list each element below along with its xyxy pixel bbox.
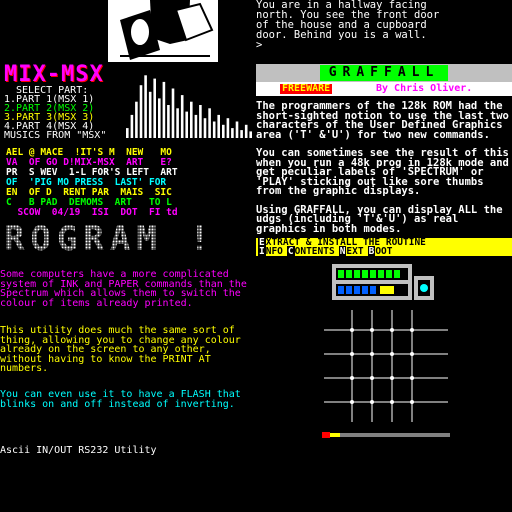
grid-nodes xyxy=(350,328,414,404)
grid-game-panel xyxy=(256,256,512,512)
ink-footer: Ascii IN/OUT RS232 Utility xyxy=(0,445,157,456)
graffall-paragraph-3: Using GRAFFALL, you can display ALL the … xyxy=(256,203,503,235)
equalizer-bar xyxy=(144,75,147,138)
graffall-subheader: FREEWARE By Chris Oliver. xyxy=(256,82,512,96)
menu-nfo-button[interactable]: INFO xyxy=(258,246,283,256)
equalizer-bar xyxy=(244,124,248,138)
scroller-panel: AEL @ MACE !IT'S M NEW MO VA OF GO D!MIX-… xyxy=(0,144,256,256)
equalizer-bar xyxy=(217,114,220,138)
menu-label: ONTENTS xyxy=(294,246,335,256)
energy-bar xyxy=(322,432,450,438)
adventure-text-panel: You are in a hallway facing north. You se… xyxy=(256,0,512,64)
equalizer-bar xyxy=(167,105,170,138)
equalizer-bar xyxy=(135,101,138,138)
equalizer-bar xyxy=(176,108,179,138)
grid-lines xyxy=(324,310,448,422)
equalizer-bar xyxy=(208,108,211,138)
equalizer-bar xyxy=(139,85,143,138)
equalizer-bar xyxy=(212,121,216,138)
equalizer-bar xyxy=(171,88,175,138)
equalizer-bar xyxy=(203,118,207,138)
ink-utility-panel: Some computers have a more complicated s… xyxy=(0,256,256,512)
equalizer-bar xyxy=(162,81,166,138)
equalizer-bar xyxy=(180,95,184,138)
menu-label: EXT xyxy=(346,246,364,256)
equalizer-bar xyxy=(153,78,156,138)
mixmsx-footer: MUSICS FROM "MSX" xyxy=(4,130,107,141)
menu-key: I xyxy=(258,246,266,256)
adventure-line: door. Behind you is a wall. xyxy=(256,29,427,41)
graffall-menu: EXTRACT & INSTALL THE ROUTINE INFO CONTENT… xyxy=(256,237,512,256)
equalizer-bar xyxy=(249,131,252,138)
graffall-paragraph-1: The programmers of the 128k ROM had the … xyxy=(256,100,509,141)
graffall-body: The programmers of the 128k ROM had the … xyxy=(256,100,510,243)
equalizer-bar xyxy=(158,98,161,138)
author-label: By Chris Oliver. xyxy=(376,83,473,94)
equalizer-bar xyxy=(194,114,198,138)
graffall-title: GRAFFALL xyxy=(320,65,448,81)
menu-label: NFO xyxy=(265,246,283,256)
equalizer-bar xyxy=(126,128,129,138)
equalizer-bar xyxy=(199,105,202,138)
blue-counter-digits xyxy=(338,286,376,294)
mixmsx-title: MIX-MSX xyxy=(4,64,104,87)
menu-key: C xyxy=(286,246,295,256)
equalizer-bar xyxy=(185,111,188,138)
adventure-description: You are in a hallway facing north. You se… xyxy=(256,0,512,50)
menu-oot-button[interactable]: BOOT xyxy=(367,246,393,256)
ink-paragraph-2: This utility does much the same sort of … xyxy=(0,325,241,374)
adventure-picture xyxy=(0,0,256,64)
equalizer-bar xyxy=(130,114,134,138)
scroller-row: SCOW 04/19 ISI DOT FI td xyxy=(6,207,178,218)
graffall-header: GRAFFALL xyxy=(256,64,512,82)
grid-game-screen xyxy=(322,264,450,438)
hallway-illustration xyxy=(108,0,218,62)
menu-label: OOT xyxy=(375,246,393,256)
ink-paragraph-3: You can even use it to have a FLASH that… xyxy=(0,389,241,410)
equalizer-bar xyxy=(240,130,243,138)
part-list: 1.PART 1(MSX 1) 2.PART 2(MSX 2) 3.PART 3(M… xyxy=(4,95,94,132)
freeware-badge: FREEWARE xyxy=(280,83,333,94)
ink-paragraph-1: Some computers have a more complicated s… xyxy=(0,269,247,309)
adventure-line: > xyxy=(256,39,263,51)
equalizer-bar xyxy=(235,121,239,138)
menu-ontents-button[interactable]: CONTENTS xyxy=(286,246,335,256)
big-dotted-text: ROGRAM ! xyxy=(4,219,216,256)
equalizer-bar xyxy=(231,128,234,138)
equalizer-bar xyxy=(148,91,152,138)
equalizer-graph xyxy=(126,75,252,138)
equalizer-bar xyxy=(226,118,230,138)
scroller-rows: AEL @ MACE !IT'S M NEW MO VA OF GO D!MIX-… xyxy=(6,148,178,218)
equalizer-bar xyxy=(190,101,193,138)
graffall-paragraph-2: You can sometimes see the result of this… xyxy=(256,147,509,197)
mixmsx-panel: MIX-MSX SELECT PART: 1.PART 1(MSX 1) 2.PA… xyxy=(0,64,256,144)
menu-ext-button[interactable]: NEXT xyxy=(338,246,364,256)
graffall-panel: GRAFFALL FREEWARE By Chris Oliver. The p… xyxy=(256,64,512,256)
equalizer-bar xyxy=(222,124,225,138)
